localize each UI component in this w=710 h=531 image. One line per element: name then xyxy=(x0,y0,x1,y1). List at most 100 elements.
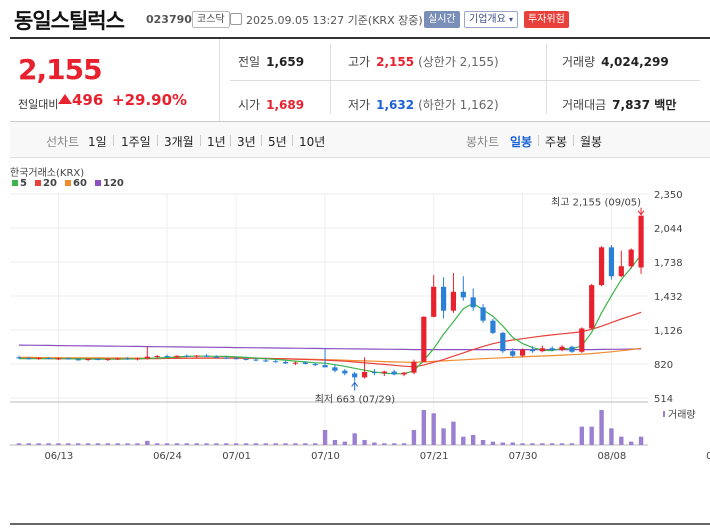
volume-bar xyxy=(253,443,259,445)
volume-bar xyxy=(352,433,357,445)
candle-body xyxy=(322,365,328,368)
legend-swatch xyxy=(95,180,101,186)
legend-item: 120 xyxy=(103,178,124,189)
tab-weekly[interactable]: 주봉 xyxy=(545,133,567,150)
candle-body xyxy=(529,349,536,352)
y-tick-label: 2,044 xyxy=(654,224,683,235)
legend-item: 5 xyxy=(20,178,27,189)
tab-10y[interactable]: 10년 xyxy=(299,133,325,150)
volume-bar xyxy=(263,443,269,445)
y-tick-label: 1,738 xyxy=(654,258,683,269)
volume-bar xyxy=(401,443,407,445)
tab-1d[interactable]: 1일 xyxy=(88,133,107,150)
stat-amount-value: 7,837 백만 xyxy=(612,98,677,112)
candle-body xyxy=(628,249,634,267)
volume-bar xyxy=(283,443,288,445)
realtime-button[interactable]: 실시간 xyxy=(424,11,460,28)
tab-monthly[interactable]: 월봉 xyxy=(580,133,602,150)
candle-body xyxy=(134,358,141,360)
calendar-icon xyxy=(230,13,242,25)
candle-body xyxy=(95,359,101,360)
volume-bar xyxy=(332,440,338,445)
tab-divider xyxy=(573,135,574,146)
volume-bar xyxy=(322,430,328,445)
volume-bar xyxy=(619,436,624,445)
candle-body xyxy=(282,362,289,364)
candle-body xyxy=(273,361,279,363)
stat-low-label: 저가 xyxy=(348,98,371,112)
tab-3y[interactable]: 3년 xyxy=(237,133,256,150)
volume-bar xyxy=(372,442,377,445)
volume-bar xyxy=(579,426,585,445)
stat-volume: 거래량 4,024,299 xyxy=(562,53,669,70)
stat-open-value: 1,689 xyxy=(266,98,305,112)
candle-body xyxy=(164,356,170,357)
volume-bar xyxy=(95,443,101,445)
volume-bar xyxy=(549,443,555,445)
tab-divider xyxy=(261,135,262,146)
tab-1w[interactable]: 1주일 xyxy=(121,133,151,150)
volume-bar xyxy=(85,443,91,445)
max-annotation: 최고 2,155 (09/05) xyxy=(551,197,641,209)
candle-body xyxy=(253,359,259,361)
chart-svg: 한국거래소(KRX)5 20 60 1202,3502,0441,7381,4321,… xyxy=(10,167,710,525)
volume-bar xyxy=(628,441,634,445)
max-arrow-icon xyxy=(637,207,645,216)
risk-warning-badge: 투자위험 xyxy=(524,11,569,28)
candle-body xyxy=(342,370,348,374)
tab-divider xyxy=(113,135,114,146)
company-info-dropdown[interactable]: 기업개요 ▾ xyxy=(464,11,519,28)
line-chart-label: 선차트 xyxy=(46,135,80,149)
volume-bar xyxy=(520,443,525,445)
current-price: 2,155 xyxy=(18,53,103,86)
volume-bar xyxy=(36,443,41,445)
volume-bar xyxy=(638,436,644,445)
volume-bar xyxy=(470,435,476,445)
chart-tabs: 선차트 1일 1주일 3개월 1년 3년 5년 10년 봉차트 일봉 주봉 월봉 xyxy=(10,122,710,158)
volume-bar xyxy=(135,443,140,445)
candle-body xyxy=(569,346,575,352)
stock-chart[interactable]: 한국거래소(KRX) 5 20 60 120 2,350 2,044 1,738 1,432 1,… xyxy=(0,160,710,527)
candle-body xyxy=(184,355,190,357)
tab-divider xyxy=(538,135,539,146)
stat-high: 고가 2,155 (상한가 2,155) xyxy=(348,53,499,70)
candle-body xyxy=(213,356,220,358)
tab-daily[interactable]: 일봉 xyxy=(510,133,532,150)
tab-divider xyxy=(200,135,201,146)
stat-prev-label: 전일 xyxy=(238,55,261,69)
volume-bar xyxy=(204,443,209,445)
candle-body xyxy=(332,367,338,371)
tab-1y[interactable]: 1년 xyxy=(207,133,226,150)
x-tick-label: 07/01 xyxy=(222,451,251,462)
volume-bar xyxy=(382,443,387,445)
up-arrow-icon xyxy=(58,94,72,104)
candle-body xyxy=(243,358,249,360)
legend-swatch xyxy=(35,180,41,186)
candle-body xyxy=(460,291,466,298)
stat-divider xyxy=(330,44,331,114)
stat-low-value: 1,632 xyxy=(376,98,415,112)
volume-bar xyxy=(46,443,51,445)
stat-volume-value: 4,024,299 xyxy=(601,55,669,69)
candle-body xyxy=(618,266,624,277)
tab-3m[interactable]: 3개월 xyxy=(164,133,194,150)
candle-body xyxy=(519,349,526,356)
candle-body xyxy=(411,361,417,373)
stat-high-label: 고가 xyxy=(348,55,371,69)
legend-item: 20 xyxy=(43,178,57,189)
candle-body xyxy=(391,371,397,375)
volume-bar xyxy=(273,443,278,445)
volume-bar xyxy=(243,443,249,445)
candle-body xyxy=(292,362,299,364)
x-tick-label: 07/10 xyxy=(311,451,340,462)
volume-bar xyxy=(421,410,427,445)
volume-bar xyxy=(312,443,318,445)
candle-body xyxy=(352,373,358,378)
candle-body xyxy=(490,320,496,333)
tab-5y[interactable]: 5년 xyxy=(268,133,287,150)
company-info-label: 기업개요 xyxy=(469,14,506,25)
x-tick-label: 07/21 xyxy=(420,451,449,462)
volume-bar xyxy=(569,443,575,445)
min-annotation: 최저 663 (07/29) xyxy=(315,393,396,405)
candle-body xyxy=(302,362,308,364)
